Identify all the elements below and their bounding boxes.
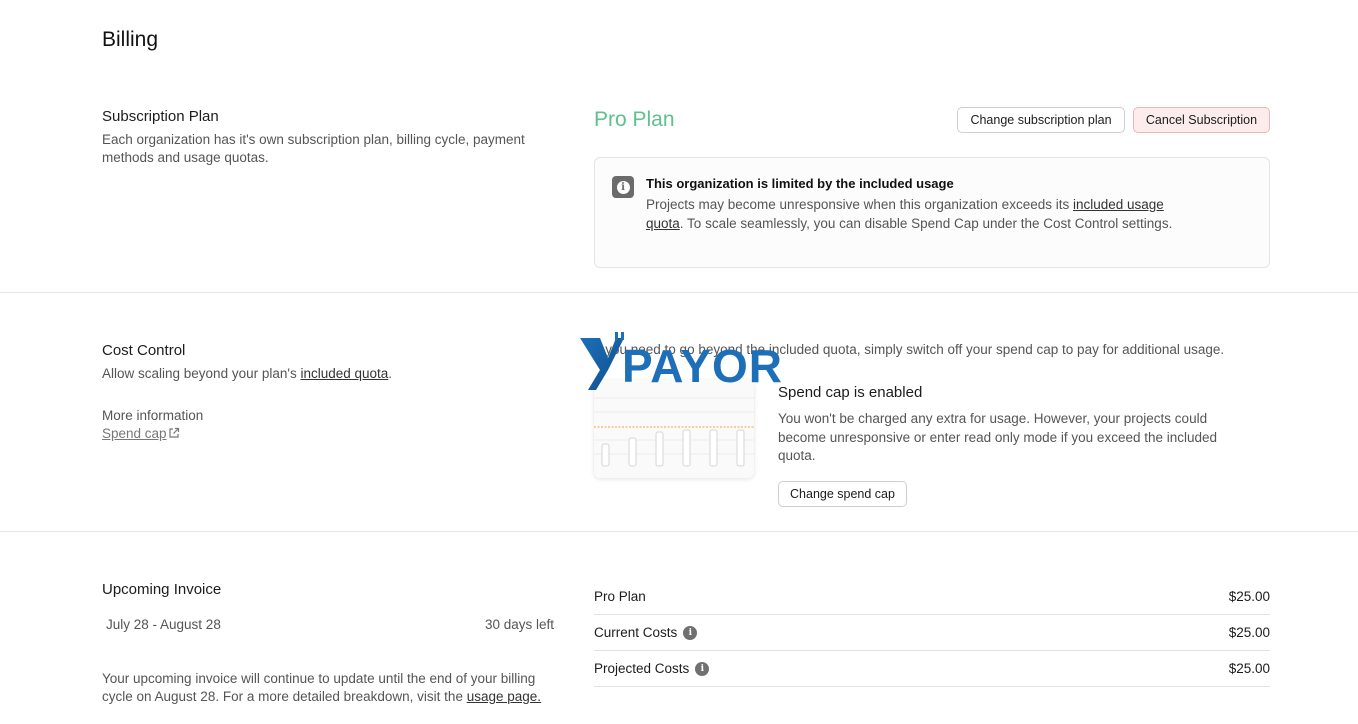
usage-page-link[interactable]: usage page.	[467, 689, 541, 704]
spend-cap-doc-link[interactable]: Spend cap	[102, 426, 167, 441]
invoice-row-value: $25.00	[1228, 625, 1270, 640]
change-subscription-plan-button[interactable]: Change subscription plan	[957, 107, 1125, 133]
alert-body: Projects may become unresponsive when th…	[646, 196, 1191, 233]
days-left: 30 days left	[484, 617, 554, 632]
alert-title: This organization is limited by the incl…	[646, 176, 954, 191]
subscription-plan-heading: Subscription Plan	[102, 108, 219, 125]
spend-cap-chart-illustration	[594, 380, 754, 478]
invoice-row-label: Current Costs	[594, 624, 678, 640]
external-link-icon	[168, 427, 179, 438]
upcoming-invoice-heading: Upcoming Invoice	[102, 581, 222, 598]
invoice-row-value: $25.00	[1228, 589, 1270, 604]
payor-logo-text: PAYOR	[622, 340, 783, 392]
invoice-note: Your upcoming invoice will continue to u…	[102, 670, 557, 706]
page-title: Billing	[102, 28, 159, 51]
payor-logo: PAYOR	[580, 332, 783, 392]
billing-period: July 28 - August 28	[106, 617, 221, 632]
invoice-row-label: Projected Costs	[594, 660, 690, 676]
cancel-subscription-button[interactable]: Cancel Subscription	[1133, 107, 1270, 133]
spend-cap-doc-link-wrapper[interactable]: Spend cap	[102, 425, 180, 443]
spend-cap-preview-image	[594, 380, 754, 478]
section-divider	[0, 531, 1358, 532]
cost-control-heading: Cost Control	[102, 342, 186, 359]
info-icon: i	[612, 176, 634, 198]
cost-control-description: Allow scaling beyond your plan's include…	[102, 365, 552, 383]
alert-body-prefix: Projects may become unresponsive when th…	[646, 197, 1073, 212]
invoice-row-value: $25.00	[1228, 661, 1270, 676]
invoice-row-pro-plan: Pro Plan $25.00	[594, 579, 1270, 615]
spend-cap-status-title: Spend cap is enabled	[778, 384, 923, 401]
spend-cap-status-body: You won't be charged any extra for usage…	[778, 411, 1218, 463]
invoice-row-current-costs: Current Costs i $25.00	[594, 615, 1270, 651]
section-divider	[0, 292, 1358, 293]
more-information-label: More information	[102, 408, 204, 423]
cost-control-description-suffix: .	[388, 366, 393, 381]
plan-name: Pro Plan	[594, 108, 675, 131]
cost-control-description-prefix: Allow scaling beyond your plan's	[102, 366, 301, 381]
subscription-plan-description: Each organization has it's own subscript…	[102, 132, 525, 165]
change-spend-cap-button[interactable]: Change spend cap	[778, 481, 907, 507]
invoice-row-label: Pro Plan	[594, 589, 646, 604]
info-icon[interactable]: i	[683, 626, 698, 641]
alert-body-suffix: . To scale seamlessly, you can disable S…	[679, 215, 1173, 231]
info-icon[interactable]: i	[695, 662, 710, 677]
usage-limit-alert: i This organization is limited by the in…	[594, 157, 1270, 268]
included-quota-link[interactable]: included quota	[300, 366, 388, 381]
invoice-row-projected-costs: Projected Costs i $25.00	[594, 651, 1270, 687]
